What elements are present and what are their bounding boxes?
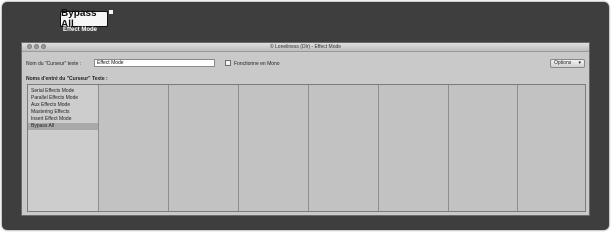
- grid-column: [448, 85, 518, 211]
- mono-label: Fonctionne en Mono: [234, 61, 280, 67]
- options-dropdown[interactable]: Options ▾: [550, 59, 585, 68]
- list-item[interactable]: Parallel Effects Mode: [28, 95, 98, 102]
- grid-column: [378, 85, 449, 211]
- bypass-corner-marker: [109, 10, 113, 14]
- window-title: © Loneliness (Dlr) - Effect Mode: [269, 44, 342, 50]
- name-input[interactable]: Effect Mode: [94, 59, 215, 67]
- bypass-all-button[interactable]: Bypass All: [60, 8, 108, 30]
- mono-checkbox[interactable]: [225, 60, 231, 66]
- items-column: Serial Effects Mode Parallel Effects Mod…: [28, 85, 99, 211]
- effect-mode-caption: Effect Mode: [63, 27, 98, 33]
- grid-column: [517, 85, 586, 211]
- grid-column: [308, 85, 379, 211]
- name-label: Nom du "Curseur" texte :: [26, 61, 82, 67]
- title-bar: © Loneliness (Dlr) - Effect Mode: [22, 43, 589, 52]
- chevron-down-icon: ▾: [578, 60, 581, 66]
- list-item[interactable]: Serial Effects Mode: [28, 88, 98, 95]
- list-item-selected[interactable]: Bypass All: [28, 123, 98, 130]
- options-label: Options: [554, 60, 572, 66]
- grid-column: [98, 85, 169, 211]
- grid-column: [238, 85, 309, 211]
- list-item[interactable]: Aux Effects Mode: [28, 102, 98, 109]
- list-label: Noms d'entré du "Curseur" Texte :: [26, 76, 108, 82]
- list-item[interactable]: Mastering Effects: [28, 109, 98, 116]
- list-item[interactable]: Insert Effect Mode: [28, 116, 98, 123]
- effect-mode-window: © Loneliness (Dlr) - Effect Mode Nom du …: [21, 42, 590, 216]
- grid-column: [168, 85, 239, 211]
- values-grid: Serial Effects Mode Parallel Effects Mod…: [27, 84, 586, 212]
